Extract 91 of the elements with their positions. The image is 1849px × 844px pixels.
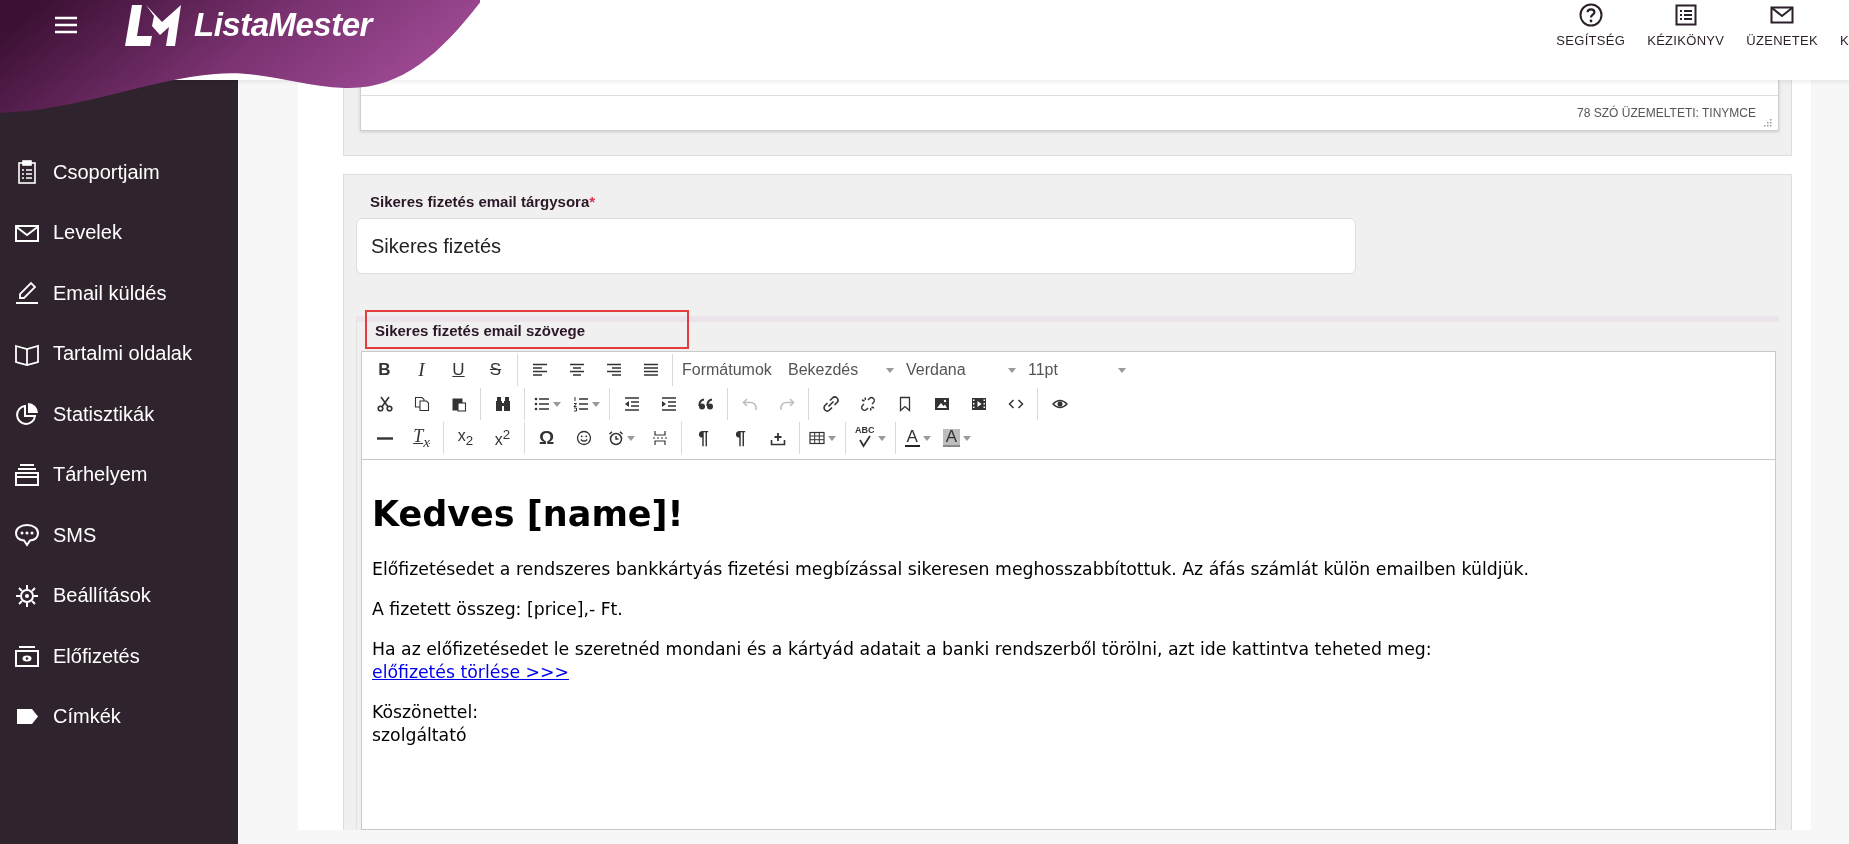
paragraph-text: Köszönettel:	[372, 701, 480, 724]
insert-icon	[769, 430, 786, 446]
sidebar-item[interactable]: Email küldés	[0, 263, 238, 324]
toolbar-button[interactable]: ¶	[685, 423, 722, 453]
align-justify-icon	[642, 362, 659, 378]
resize-grip-icon[interactable]	[1762, 117, 1772, 127]
undo-icon	[741, 396, 758, 412]
menu-button[interactable]	[54, 15, 78, 35]
copy-icon	[413, 396, 430, 412]
caret-icon	[1008, 367, 1016, 373]
horizontal-line-icon	[376, 436, 393, 440]
subject-field[interactable]: Sikeres fizetés	[356, 218, 1356, 274]
sidebar-item[interactable]: Levelek	[0, 202, 238, 263]
alarm-clock-icon	[608, 430, 624, 446]
sidebar-item[interactable]: Tárhelyem	[0, 444, 238, 505]
field-label: Sikeres fizetés email szövege	[365, 310, 689, 349]
logo-icon	[124, 2, 184, 48]
align-center-icon	[568, 362, 585, 378]
sidebar-item[interactable]: Tartalmi oldalak	[0, 323, 238, 384]
toolbar-button[interactable]: U	[440, 355, 477, 385]
image-icon	[933, 396, 950, 412]
toolbar-dropdown-button[interactable]: A	[898, 423, 937, 453]
paragraph-text: szolgáltató	[372, 724, 468, 747]
redo-icon	[778, 396, 795, 412]
field-label: Sikeres fizetés email tárgysora*	[369, 192, 597, 212]
film-icon	[970, 396, 987, 412]
format-dropdown[interactable]: Verdana	[900, 356, 1022, 384]
sidebar-item[interactable]: Címkék	[0, 686, 238, 747]
caret-icon	[877, 435, 886, 441]
format-dropdown[interactable]: Formátumok	[676, 356, 782, 384]
binoculars-icon	[494, 396, 511, 412]
paragraph-text: Ha az előfizetésedet le szeretnéd mondani és a kártyád adatait a banki rendszerből törölni, azt ide kattintva teheted meg:	[372, 638, 1433, 661]
toolbar-button[interactable]: x$_{2}$	[447, 423, 484, 453]
nav-link[interactable]: K	[1840, 33, 1849, 48]
caret-icon	[963, 435, 972, 441]
toolbar-button[interactable]: x$^{2}$	[484, 423, 521, 453]
nav-link[interactable]: KÉZIKÖNYV	[1647, 3, 1725, 48]
link[interactable]: előfizetés törlése >>>	[372, 661, 1765, 684]
menu-icon	[54, 15, 78, 35]
toolbar-button[interactable]: ¶	[722, 423, 759, 453]
sidebar-item[interactable]: Statisztikák	[0, 384, 238, 445]
toolbar-dropdown-button[interactable]: A	[936, 423, 978, 453]
sidebar-item[interactable]: Előfizetés	[0, 626, 238, 687]
table-icon	[809, 430, 825, 446]
link-icon	[822, 396, 839, 412]
pie-chart-icon	[14, 401, 40, 428]
paragraph-text: A fizetett összeg: [price],- Ft.	[372, 598, 624, 621]
caret-icon	[627, 435, 635, 441]
format-dropdown[interactable]: 11pt	[1022, 356, 1132, 384]
check-icon	[856, 434, 873, 450]
toolbar-dropdown-button[interactable]: ABC	[849, 423, 892, 453]
chat-bubble-icon	[14, 522, 40, 549]
sidebar-item[interactable]: SMS	[0, 505, 238, 566]
clipboard-icon	[450, 396, 467, 412]
sidebar-item[interactable]: Csoportjaim	[0, 142, 238, 203]
paragraph-text: Előfizetésedet a rendszeres bankkártyás fizetési megbízással sikeresen meghosszabbítottuk. Az áfás számlát külön emailben küldjük.	[372, 558, 1530, 581]
word-count: 78 SZÓ ÜZEMELTETI: TINYMCE	[1577, 106, 1756, 120]
toolbar-button[interactable]: B	[366, 355, 403, 385]
bullet-list-icon	[534, 396, 550, 412]
indent-icon	[660, 396, 677, 412]
banknote-icon	[14, 643, 40, 670]
scissors-icon	[376, 396, 393, 412]
toolbar-button[interactable]: Ω	[528, 423, 565, 453]
quote-icon	[697, 396, 714, 412]
caret-icon	[553, 401, 561, 407]
gear-icon	[14, 582, 40, 609]
outdent-icon	[623, 396, 640, 412]
caret-icon	[828, 435, 836, 441]
caret-icon	[592, 401, 600, 407]
tray-icon	[14, 461, 40, 488]
page-break-icon	[651, 430, 668, 446]
broken-link-icon	[859, 396, 876, 412]
content-heading: Kedves [name]!	[372, 494, 685, 534]
align-right-icon	[605, 362, 622, 378]
brand-name: ListaMester	[194, 6, 372, 44]
caret-icon	[886, 367, 894, 373]
numbered-list-icon	[573, 396, 589, 412]
help-icon	[1578, 3, 1603, 27]
toolbar-button[interactable]: S	[477, 355, 514, 385]
toolbar-button[interactable]: I	[403, 355, 440, 385]
align-left-icon	[531, 362, 548, 378]
nav-link[interactable]: SEGÍTSÉG	[1556, 3, 1626, 48]
smiley-icon	[575, 430, 592, 446]
format-dropdown[interactable]: Bekezdés	[782, 356, 900, 384]
list-icon	[1673, 3, 1698, 27]
caret-icon	[922, 435, 931, 441]
sidebar-item[interactable]: Beállítások	[0, 565, 238, 626]
caret-icon	[1118, 367, 1126, 373]
pen-icon	[14, 280, 40, 307]
toolbar-button[interactable]: T$_{x}$	[403, 423, 440, 453]
nav-link[interactable]: ÜZENETEK	[1746, 3, 1818, 48]
